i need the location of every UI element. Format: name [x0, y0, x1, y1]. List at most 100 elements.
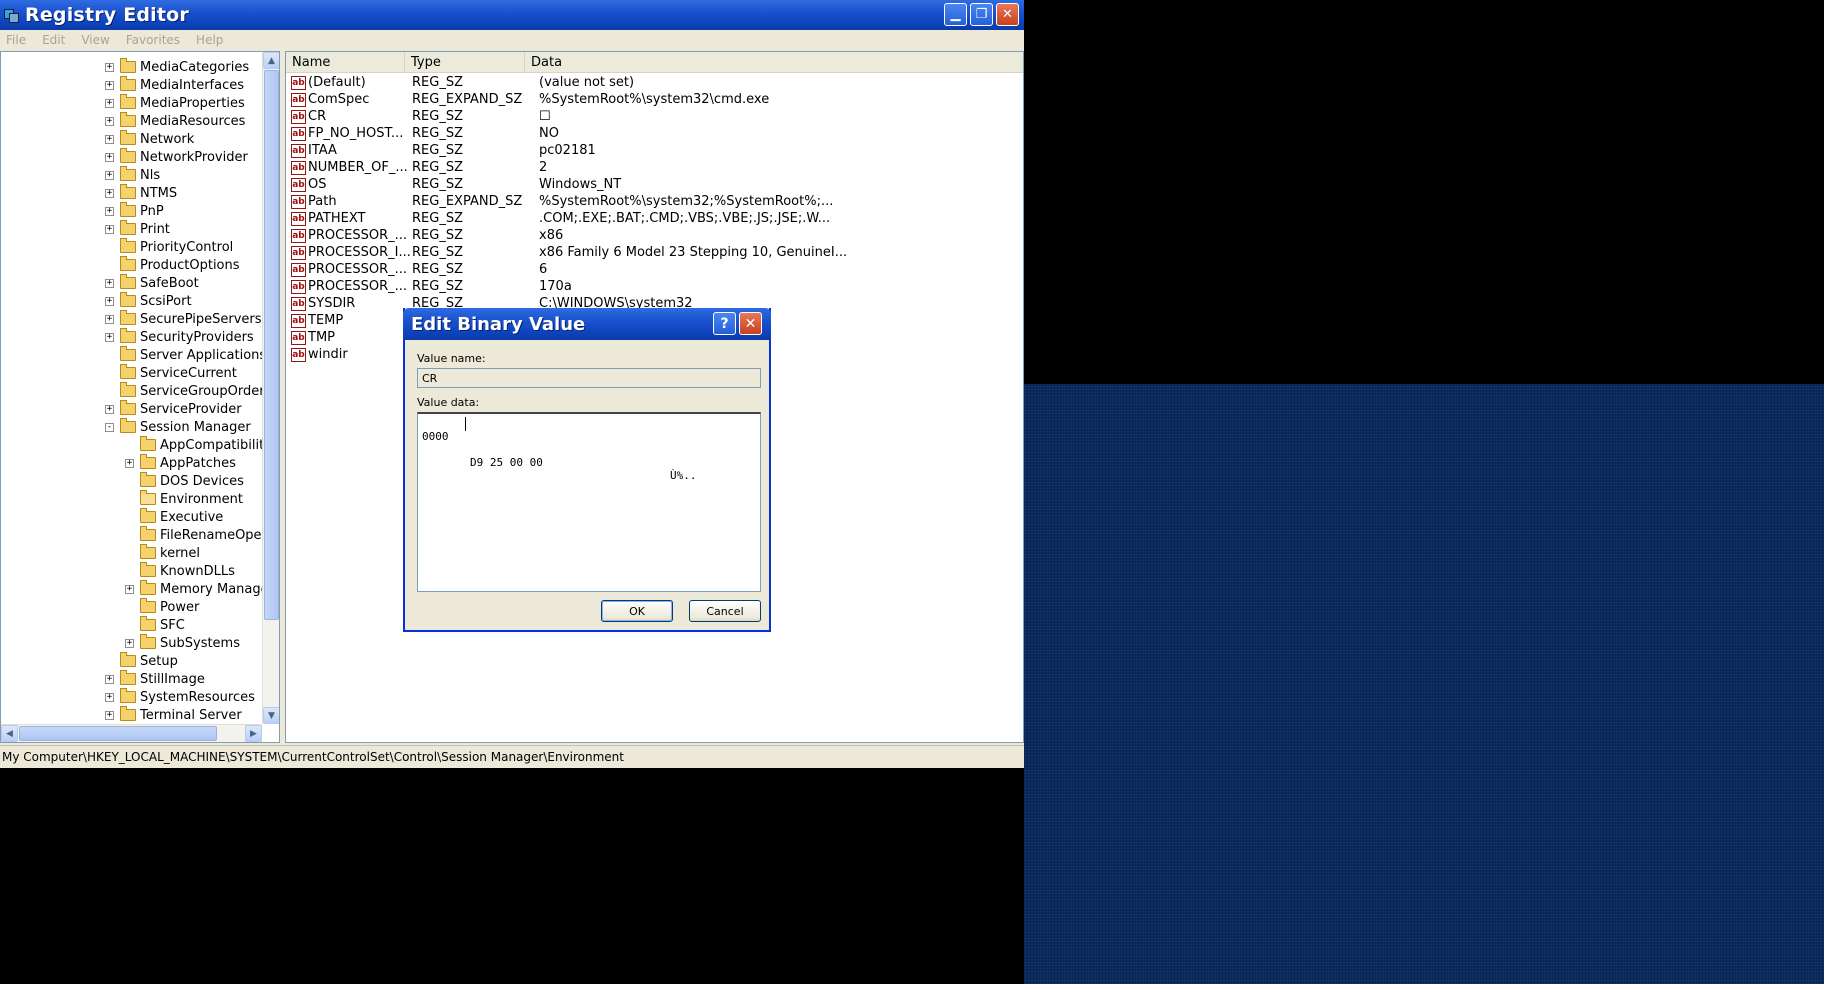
collapse-icon[interactable]: -: [105, 422, 114, 432]
expand-icon[interactable]: +: [125, 458, 134, 468]
tree-item[interactable]: + MediaProperties: [105, 94, 245, 112]
menu-view[interactable]: View: [81, 33, 109, 47]
tree-item[interactable]: + MediaResources: [105, 112, 245, 130]
tree-item[interactable]: + Print: [105, 220, 170, 238]
restore-button[interactable]: ❐: [970, 3, 993, 26]
tree-item[interactable]: + SystemResources: [105, 688, 255, 706]
tree-item[interactable]: + MediaCategories: [105, 58, 249, 76]
tree-item[interactable]: kernel: [125, 544, 200, 562]
column-type-header[interactable]: Type: [405, 52, 525, 72]
expand-icon[interactable]: +: [105, 278, 114, 288]
list-item[interactable]: ab PROCESSOR_I... REG_SZ x86 Family 6 Model…: [291, 244, 1011, 261]
tree-item[interactable]: Setup: [105, 652, 178, 670]
tree-vertical-scrollbar[interactable]: ▲ ▼: [262, 52, 279, 724]
expand-icon[interactable]: +: [125, 584, 134, 594]
tree-item[interactable]: - Session Manager: [105, 418, 251, 436]
expand-icon[interactable]: +: [105, 206, 114, 216]
column-data-header[interactable]: Data: [525, 52, 1023, 72]
list-item[interactable]: ab PROCESSOR_... REG_SZ 170a: [291, 278, 1011, 295]
tree-item[interactable]: + NetworkProvider: [105, 148, 248, 166]
expand-icon[interactable]: +: [105, 692, 114, 702]
list-item[interactable]: ab (Default) REG_SZ (value not set): [291, 74, 1011, 91]
ok-button[interactable]: OK: [601, 600, 673, 622]
expand-icon[interactable]: +: [105, 314, 114, 324]
tree-item[interactable]: + PnP: [105, 202, 164, 220]
list-item[interactable]: ab FP_NO_HOST... REG_SZ NO: [291, 125, 1011, 142]
tree-item[interactable]: + SecurityProviders: [105, 328, 254, 346]
tree-item[interactable]: + AppPatches: [125, 454, 236, 472]
tree-item[interactable]: ProductOptions: [105, 256, 240, 274]
tree-item[interactable]: + Nls: [105, 166, 160, 184]
tree-item[interactable]: + SubSystems: [125, 634, 240, 652]
expand-icon[interactable]: +: [105, 296, 114, 306]
tree-item[interactable]: + MediaInterfaces: [105, 76, 244, 94]
expand-icon[interactable]: +: [125, 638, 134, 648]
list-item[interactable]: ab CR REG_SZ ☐: [291, 108, 1011, 125]
expand-icon[interactable]: +: [105, 188, 114, 198]
tree-item[interactable]: ServiceGroupOrder: [105, 382, 265, 400]
list-item[interactable]: ab ComSpec REG_EXPAND_SZ %SystemRoot%\syste…: [291, 91, 1011, 108]
tree-item[interactable]: + SecurePipeServers: [105, 310, 262, 328]
tree-item[interactable]: + ScsiPort: [105, 292, 192, 310]
horizontal-scroll-thumb[interactable]: [19, 726, 217, 741]
list-item[interactable]: ab NUMBER_OF_... REG_SZ 2: [291, 159, 1011, 176]
menu-edit[interactable]: Edit: [42, 33, 65, 47]
tree-item[interactable]: AppCompatibility: [125, 436, 272, 454]
expand-icon[interactable]: +: [105, 98, 114, 108]
expand-icon[interactable]: +: [105, 62, 114, 72]
tree-item[interactable]: ServiceCurrent: [105, 364, 237, 382]
expand-icon[interactable]: +: [105, 80, 114, 90]
dialog-help-button[interactable]: ?: [713, 312, 736, 335]
list-item[interactable]: ab PROCESSOR_... REG_SZ x86: [291, 227, 1011, 244]
list-item[interactable]: ab ITAA REG_SZ pc02181: [291, 142, 1011, 159]
tree-item[interactable]: Executive: [125, 508, 223, 526]
tree-item[interactable]: PriorityControl: [105, 238, 233, 256]
list-item[interactable]: ab OS REG_SZ Windows_NT: [291, 176, 1011, 193]
expand-icon[interactable]: +: [105, 152, 114, 162]
close-button[interactable]: ✕: [996, 3, 1019, 26]
tree-item[interactable]: DOS Devices: [125, 472, 244, 490]
tree-item[interactable]: + NTMS: [105, 184, 177, 202]
cancel-button[interactable]: Cancel: [689, 600, 761, 622]
hex-bytes[interactable]: D9 25 00 00: [470, 456, 543, 469]
tree-item[interactable]: Server Applications: [105, 346, 266, 364]
menu-file[interactable]: File: [6, 33, 26, 47]
tree-item[interactable]: + SafeBoot: [105, 274, 199, 292]
tree-item[interactable]: Environment: [125, 490, 243, 508]
ascii-bytes[interactable]: Ù%..: [670, 469, 697, 482]
expand-icon[interactable]: +: [105, 134, 114, 144]
expand-icon[interactable]: +: [105, 332, 114, 342]
scroll-right-button[interactable]: ▶: [245, 725, 262, 742]
tree-item[interactable]: FileRenameOpera: [125, 526, 275, 544]
expand-icon[interactable]: +: [105, 170, 114, 180]
list-item[interactable]: ab PROCESSOR_... REG_SZ 6: [291, 261, 1011, 278]
title-bar[interactable]: Registry Editor ▁ ❐ ✕: [0, 0, 1024, 30]
tree-item[interactable]: + Memory Managen: [125, 580, 277, 598]
tree-item[interactable]: SFC: [125, 616, 185, 634]
expand-icon[interactable]: +: [105, 224, 114, 234]
menu-help[interactable]: Help: [196, 33, 223, 47]
expand-icon[interactable]: +: [105, 710, 114, 720]
tree-item[interactable]: + StillImage: [105, 670, 205, 688]
menu-favorites[interactable]: Favorites: [126, 33, 180, 47]
value-data-editor[interactable]: 0000 D9 25 00 00 Ù%..: [417, 412, 761, 592]
tree-item[interactable]: + Network: [105, 130, 194, 148]
expand-icon[interactable]: +: [105, 674, 114, 684]
tree-item[interactable]: + Terminal Server: [105, 706, 242, 724]
column-name-header[interactable]: Name: [286, 52, 405, 72]
tree-horizontal-scrollbar[interactable]: ◀ ▶: [1, 724, 262, 742]
expand-icon[interactable]: +: [105, 404, 114, 414]
tree-item[interactable]: Power: [125, 598, 199, 616]
scroll-left-button[interactable]: ◀: [1, 725, 18, 742]
minimize-button[interactable]: ▁: [944, 3, 967, 26]
dialog-title-bar[interactable]: Edit Binary Value ? ✕: [403, 308, 771, 340]
tree-item[interactable]: KnownDLLs: [125, 562, 235, 580]
list-item[interactable]: ab Path REG_EXPAND_SZ %SystemRoot%\system32…: [291, 193, 1011, 210]
tree-item[interactable]: + ServiceProvider: [105, 400, 242, 418]
scroll-down-button[interactable]: ▼: [263, 707, 279, 724]
dialog-close-button[interactable]: ✕: [739, 312, 762, 335]
scroll-thumb[interactable]: [264, 70, 279, 620]
expand-icon[interactable]: +: [105, 116, 114, 126]
scroll-up-button[interactable]: ▲: [263, 52, 279, 69]
list-item[interactable]: ab PATHEXT REG_SZ .COM;.EXE;.BAT;.CMD;.VBS;…: [291, 210, 1011, 227]
